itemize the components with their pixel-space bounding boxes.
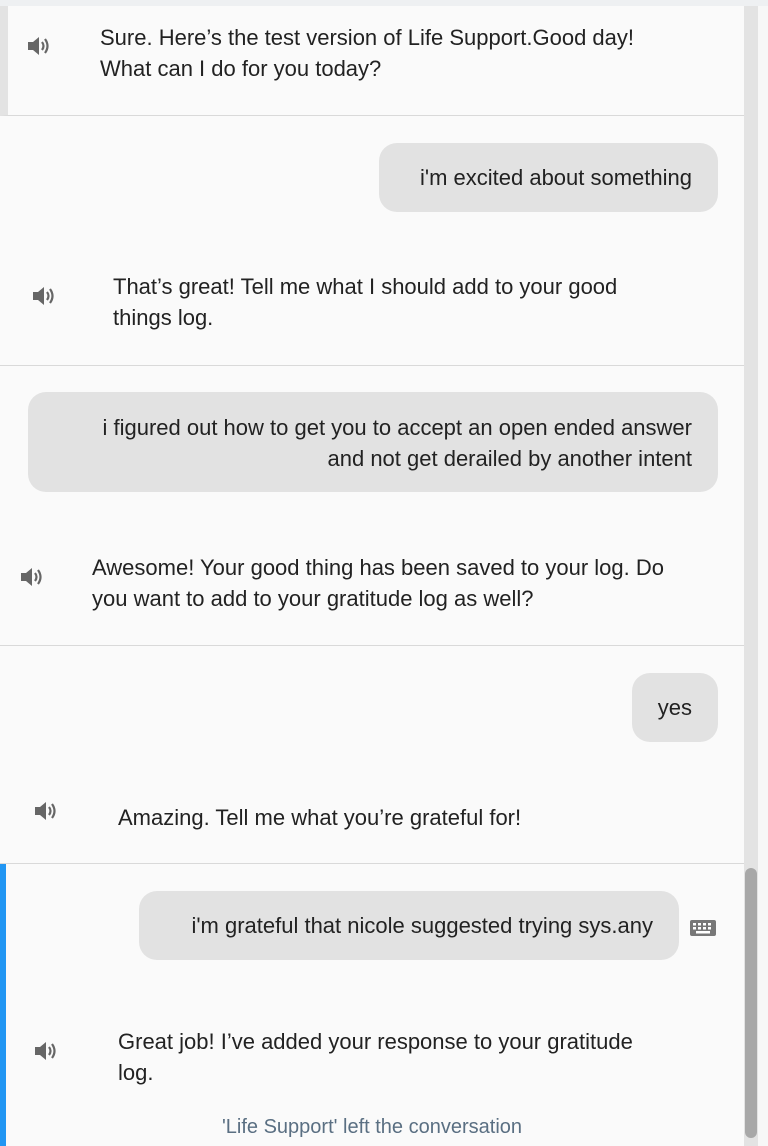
agent-message-line: things log.: [113, 305, 214, 330]
conversation-ended-note: 'Life Support' left the conversation: [221, 1116, 523, 1138]
keyboard-icon[interactable]: [689, 918, 717, 938]
conversation-turn: i figured out how to get you to accept a…: [0, 366, 744, 646]
user-message-bubble: i'm excited about something: [379, 143, 718, 212]
user-message-line: i'm grateful that nicole suggested tryin…: [191, 913, 653, 938]
agent-message-line: Amazing. Tell me what you’re grateful fo…: [118, 805, 522, 830]
agent-message-line: That’s great! Tell me what I should add …: [113, 274, 618, 299]
agent-message-line: you want to add to your gratitude log as…: [92, 586, 534, 611]
user-message-bubble: i figured out how to get you to accept a…: [28, 392, 718, 492]
agent-message-line: Great job! I’ve added your response to y…: [118, 1029, 633, 1054]
agent-message-line: Awesome! Your good thing has been saved …: [92, 555, 664, 580]
scrollbar-thumb[interactable]: [745, 868, 757, 1138]
speaker-icon[interactable]: [30, 284, 58, 308]
speaker-icon[interactable]: [32, 799, 60, 823]
agent-message-line: What can I do for you today?: [100, 56, 382, 81]
speaker-icon[interactable]: [18, 565, 46, 589]
agent-message-line: log.: [118, 1060, 154, 1085]
agent-message: Awesome! Your good thing has been saved …: [92, 552, 664, 614]
agent-message-line: Sure. Here’s the test version of Life Su…: [100, 25, 635, 50]
conversation-turn-active: i'm grateful that nicole suggested tryin…: [0, 864, 744, 1146]
conversation-turn: Sure. Here’s the test version of Life Su…: [0, 6, 744, 116]
conversation-turn: yes Amazing. Tell me what you’re gratefu…: [0, 646, 744, 864]
conversation-turn: i'm excited about something That’s great…: [0, 116, 744, 366]
user-message-line: yes: [657, 695, 692, 720]
conversation-panel: Sure. Here’s the test version of Life Su…: [0, 6, 744, 1146]
speaker-icon[interactable]: [32, 1039, 60, 1063]
user-message-line: and not get derailed by another intent: [327, 446, 693, 471]
user-message-bubble: i'm grateful that nicole suggested tryin…: [139, 891, 679, 960]
user-message-line: i figured out how to get you to accept a…: [102, 415, 692, 440]
agent-message: That’s great! Tell me what I should add …: [113, 271, 617, 333]
user-message-bubble: yes: [632, 673, 718, 742]
agent-message: Amazing. Tell me what you’re grateful fo…: [118, 802, 521, 833]
speaker-icon[interactable]: [25, 34, 53, 58]
user-message-line: i'm excited about something: [419, 165, 692, 190]
agent-message: Great job! I’ve added your response to y…: [118, 1026, 633, 1088]
window-edge: [758, 6, 768, 1146]
agent-message: Sure. Here’s the test version of Life Su…: [100, 22, 634, 84]
